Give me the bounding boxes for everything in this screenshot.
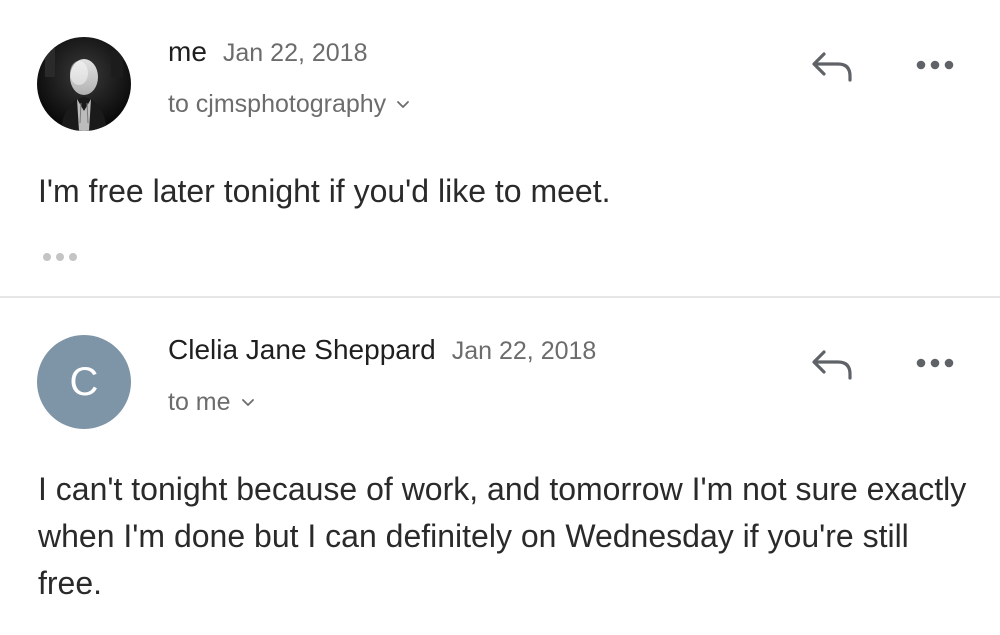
- avatar[interactable]: C: [37, 335, 131, 429]
- more-horizontal-icon: [916, 358, 954, 368]
- reply-button[interactable]: [808, 344, 856, 384]
- avatar[interactable]: [37, 37, 131, 131]
- message-card: C Clelia Jane Sheppard Jan 22, 2018 to me…: [0, 298, 1000, 635]
- message-date: Jan 22, 2018: [451, 337, 597, 365]
- email-thread: me Jan 22, 2018 to cjmsphotography I'm fr…: [0, 0, 1000, 635]
- reply-arrow-icon: [812, 52, 852, 82]
- show-trimmed-content-button[interactable]: [40, 246, 82, 268]
- chevron-down-icon: [241, 386, 255, 415]
- reply-button[interactable]: [808, 46, 856, 86]
- message-header: Clelia Jane Sheppard Jan 22, 2018: [168, 334, 596, 366]
- message-header: me Jan 22, 2018: [168, 36, 367, 68]
- message-body: I'm free later tonight if you'd like to …: [38, 173, 611, 209]
- avatar-initial: C: [69, 360, 99, 404]
- recipients-toggle[interactable]: to me: [168, 388, 255, 418]
- sender-name[interactable]: me: [168, 36, 207, 67]
- more-horizontal-icon: [916, 60, 954, 70]
- message-card: me Jan 22, 2018 to cjmsphotography I'm fr…: [0, 0, 1000, 297]
- more-options-button[interactable]: [912, 350, 958, 376]
- reply-arrow-icon: [812, 350, 852, 380]
- chevron-down-icon: [396, 88, 410, 117]
- recipients-label: to cjmsphotography: [168, 90, 387, 118]
- message-date: Jan 22, 2018: [222, 39, 368, 67]
- recipients-label: to me: [168, 388, 231, 416]
- profile-photo: [37, 37, 131, 131]
- recipients-toggle[interactable]: to cjmsphotography: [168, 90, 410, 120]
- ellipsis-icon: [43, 253, 77, 261]
- more-options-button[interactable]: [912, 52, 958, 78]
- sender-name[interactable]: Clelia Jane Sheppard: [168, 334, 436, 365]
- message-body: I can't tonight because of work, and tom…: [38, 471, 967, 601]
